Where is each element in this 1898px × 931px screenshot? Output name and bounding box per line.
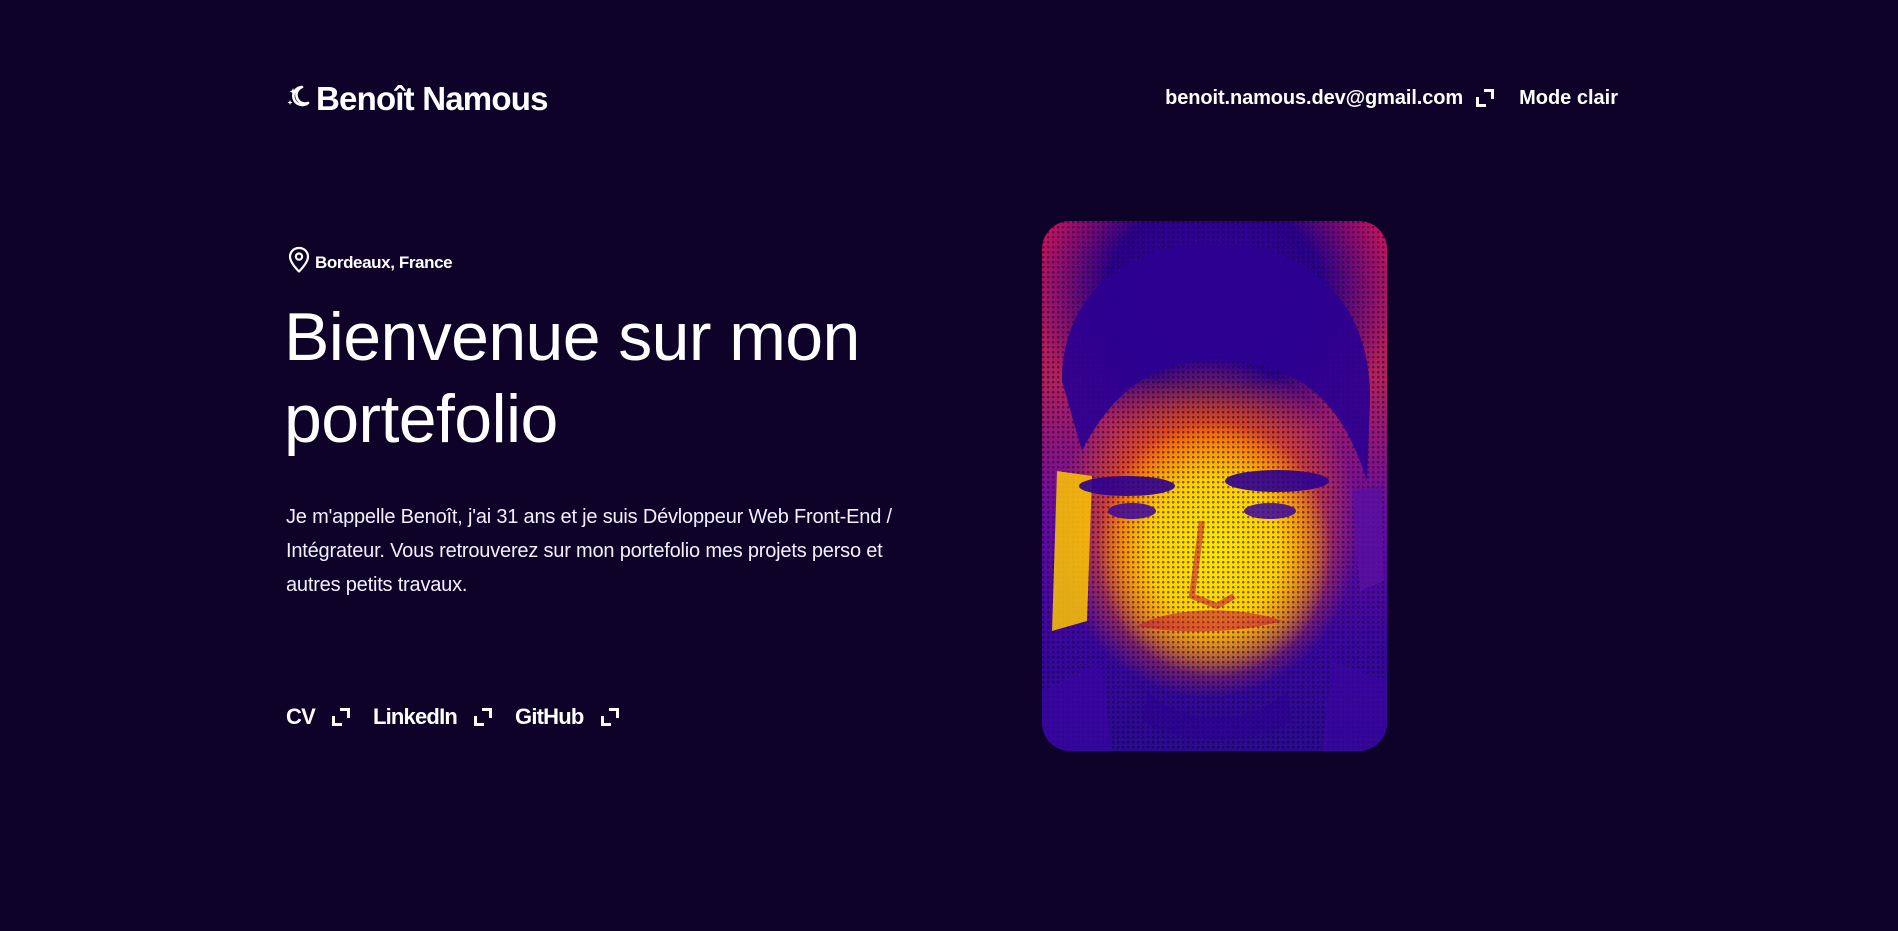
external-link-icon <box>331 707 351 727</box>
external-link-icon <box>1475 88 1495 108</box>
brand-logo-link[interactable]: Benoît Namous <box>286 82 548 115</box>
email-link[interactable]: benoit.namous.dev@gmail.com <box>1165 87 1495 110</box>
external-link-icon <box>473 707 493 727</box>
hero-description-line-3: autres petits travaux. <box>286 574 468 596</box>
location: Bordeaux, France <box>287 246 453 279</box>
social-links: CV LinkedIn GitHub <box>286 704 620 730</box>
github-link[interactable]: GitHub <box>515 704 620 730</box>
hero-description-line-2: Intégrateur. Vous retrouverez sur mon po… <box>286 540 883 562</box>
linkedin-link[interactable]: LinkedIn <box>373 704 493 730</box>
cv-link-label: CV <box>286 704 316 729</box>
hero-title-line-2: portefolio <box>284 381 558 457</box>
email-label: benoit.namous.dev@gmail.com <box>1165 86 1464 109</box>
hero-title: Bienvenue sur mon portefolio <box>284 296 1004 460</box>
cv-link[interactable]: CV <box>286 704 351 730</box>
theme-mode-toggle[interactable]: Mode clair <box>1519 87 1618 110</box>
location-text: Bordeaux, France <box>315 252 453 272</box>
external-link-icon <box>600 707 620 727</box>
map-pin-icon <box>287 246 311 279</box>
brand-name: Benoît Namous <box>316 79 548 117</box>
site-header: Benoît Namous benoit.namous.dev@gmail.co… <box>286 70 1618 126</box>
hero-description: Je m'appelle Benoît, j'ai 31 ans et je s… <box>286 500 986 602</box>
hero-title-line-1: Bienvenue sur mon <box>284 299 860 375</box>
hero-description-line-1: Je m'appelle Benoît, j'ai 31 ans et je s… <box>286 506 892 528</box>
linkedin-link-label: LinkedIn <box>372 704 458 729</box>
moon-stars-icon <box>286 83 310 113</box>
github-link-label: GitHub <box>515 704 584 729</box>
profile-photo-illustration <box>1042 242 1387 751</box>
header-nav: benoit.namous.dev@gmail.com Mode clair <box>1165 87 1618 110</box>
portfolio-page: Benoît Namous benoit.namous.dev@gmail.co… <box>0 0 1898 931</box>
profile-photo <box>1042 221 1387 751</box>
